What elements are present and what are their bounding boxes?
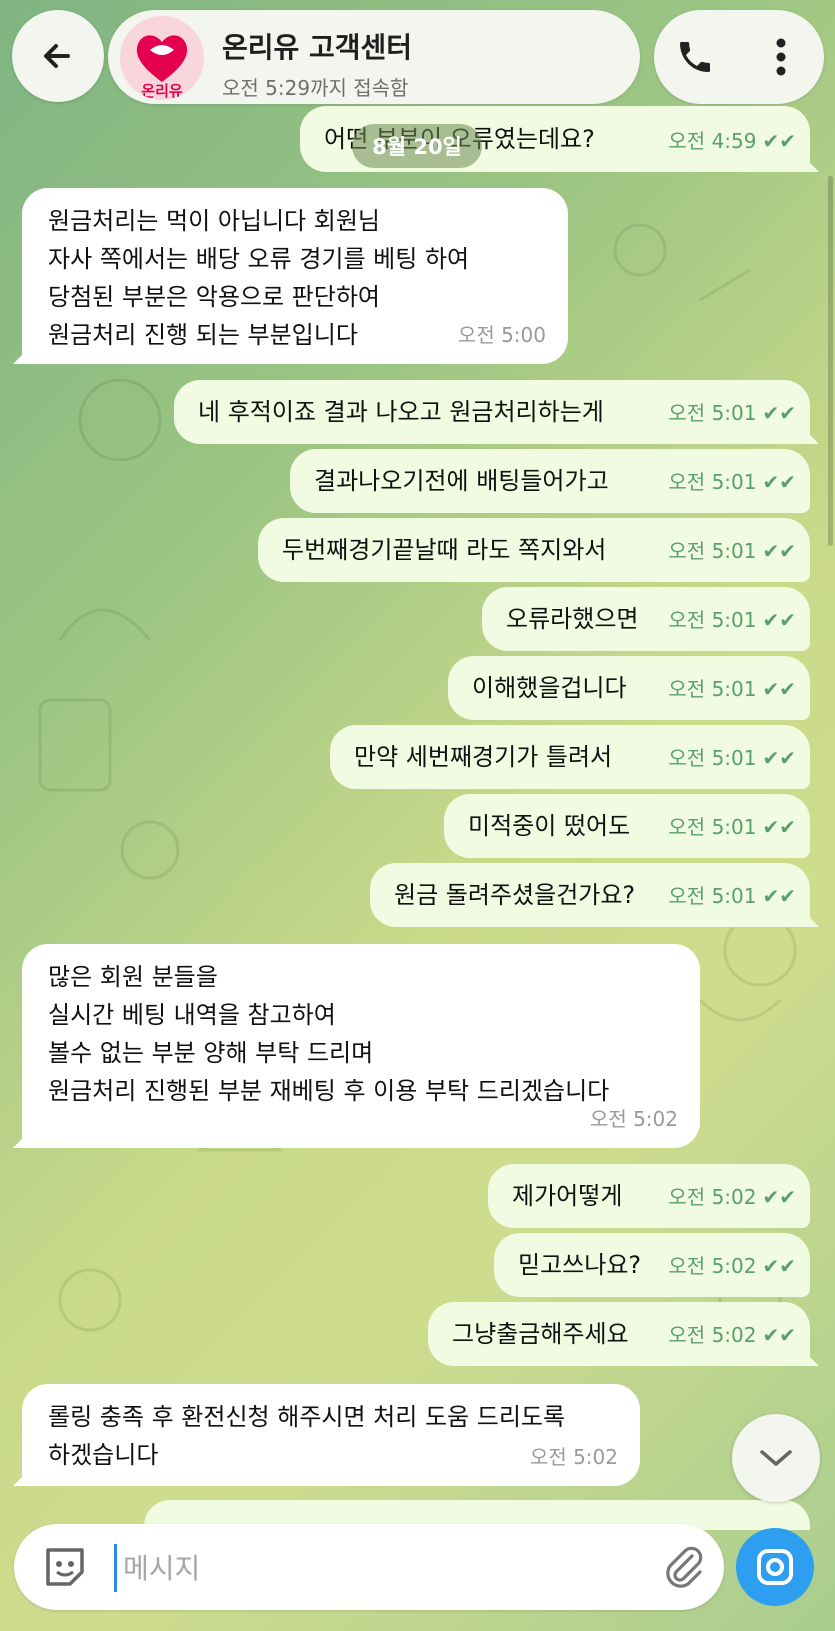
message-bubble-incoming[interactable]: 많은 회원 분들을 실시간 베팅 내역을 참고하여 볼수 없는 부분 양해 부탁… — [22, 944, 700, 1148]
message-text: 만약 세번째경기가 틀려서 — [354, 743, 613, 771]
double-check-icon: ✔✔ — [762, 1323, 796, 1347]
message-bubble-incoming[interactable]: 원금처리는 먹이 아닙니다 회원님 자사 쪽에서는 배당 오류 경기를 베팅 하… — [22, 188, 568, 364]
camera-button[interactable] — [736, 1528, 814, 1606]
message-time: 오전 5:01 — [668, 884, 757, 908]
brand-logo: 온리유 — [136, 35, 188, 100]
double-check-icon: ✔✔ — [762, 815, 796, 839]
message-bubble-outgoing[interactable]: 원금 돌려주셨을건가요? 오전 5:01 ✔✔ — [370, 863, 810, 927]
message-text: 오류라했으면 — [506, 605, 639, 633]
message-bubble-outgoing[interactable]: 두번째경기끝날때 라도 쪽지와서 오전 5:01 ✔✔ — [258, 518, 810, 582]
message-bubble-outgoing[interactable]: 이해했을겁니다 오전 5:01 ✔✔ — [448, 656, 810, 720]
message-bubble-outgoing[interactable]: 결과나오기전에 배팅들어가고 오전 5:01 ✔✔ — [290, 449, 810, 513]
header-actions — [654, 10, 824, 104]
message-bubble-outgoing[interactable]: 만약 세번째경기가 틀려서 오전 5:01 ✔✔ — [330, 725, 810, 789]
paperclip-icon — [666, 1546, 703, 1588]
double-check-icon: ✔✔ — [762, 401, 796, 425]
message-text: 원금 돌려주셨을건가요? — [394, 881, 636, 909]
message-bubble-outgoing[interactable]: 오류라했으면 오전 5:01 ✔✔ — [482, 587, 810, 651]
chevron-down-icon — [760, 1450, 792, 1466]
double-check-icon: ✔✔ — [762, 129, 796, 153]
message-text: 네 후적이죠 결과 나오고 원금처리하는게 — [198, 398, 604, 426]
message-time: 오전 5:01 — [668, 401, 757, 425]
message-bubble-incoming[interactable]: 롤링 충족 후 환전신청 해주시면 처리 도움 드리도록 하겠습니다 오전 5:… — [22, 1384, 640, 1486]
scrollbar[interactable] — [828, 176, 833, 546]
message-time: 오전 5:01 — [668, 677, 757, 701]
double-check-icon: ✔✔ — [762, 884, 796, 908]
message-time: 오전 5:01 — [668, 608, 757, 632]
message-bubble-outgoing[interactable]: 네 후적이죠 결과 나오고 원금처리하는게 오전 5:01 ✔✔ — [174, 380, 810, 444]
sticker-button[interactable] — [40, 1542, 90, 1592]
message-time: 오전 5:00 — [457, 323, 546, 347]
message-bubble-outgoing[interactable]: 믿고쓰나요? 오전 5:02 ✔✔ — [494, 1233, 810, 1297]
message-time: 오전 5:02 — [589, 1107, 678, 1131]
avatar: 온리유 — [120, 16, 204, 100]
message-text: 그냥출금해주세요 — [452, 1320, 629, 1348]
message-time: 오전 5:01 — [668, 539, 757, 563]
double-check-icon: ✔✔ — [762, 470, 796, 494]
scroll-to-bottom-button[interactable] — [732, 1414, 820, 1502]
message-text: 이해했을겁니다 — [472, 674, 627, 702]
avatar-text: 온리유 — [141, 82, 183, 100]
message-composer — [14, 1524, 724, 1610]
message-text: 미적중이 떴어도 — [468, 812, 631, 840]
chat-title: 온리유 고객센터 — [222, 31, 413, 64]
double-check-icon: ✔✔ — [762, 539, 796, 563]
double-check-icon: ✔✔ — [762, 608, 796, 632]
chat-header[interactable]: 온리유 온리유 고객센터 오전 5:29까지 접속함 — [108, 10, 640, 104]
message-time: 오전 5:02 — [668, 1185, 757, 1209]
message-time: 오전 5:02 — [668, 1254, 757, 1278]
message-text: 제가어떻게 — [512, 1182, 623, 1210]
message-text: 많은 회원 분들을 실시간 베팅 내역을 참고하여 볼수 없는 부분 양해 부탁… — [48, 963, 610, 1105]
message-bubble-outgoing[interactable]: 그냥출금해주세요 오전 5:02 ✔✔ — [428, 1302, 810, 1366]
double-check-icon: ✔✔ — [762, 746, 796, 770]
date-chip: 8월 20일 — [352, 124, 482, 168]
message-time: 오전 5:01 — [668, 746, 757, 770]
message-bubble-outgoing[interactable]: 미적중이 떴어도 오전 5:01 ✔✔ — [444, 794, 810, 858]
camera-icon — [757, 1549, 793, 1585]
message-text: 결과나오기전에 배팅들어가고 — [314, 467, 609, 495]
call-button[interactable] — [668, 30, 722, 84]
double-check-icon: ✔✔ — [762, 1185, 796, 1209]
sticker-icon — [46, 1548, 84, 1586]
message-input[interactable] — [114, 1544, 665, 1592]
message-time: 오전 5:01 — [668, 815, 757, 839]
message-time: 오전 5:02 — [529, 1445, 618, 1469]
more-options-button[interactable] — [754, 30, 808, 84]
message-bubble-outgoing[interactable]: 제가어떻게 오전 5:02 ✔✔ — [488, 1164, 810, 1228]
message-text: 두번째경기끝날때 라도 쪽지와서 — [282, 536, 607, 564]
double-check-icon: ✔✔ — [762, 677, 796, 701]
message-text: 믿고쓰나요? — [518, 1251, 642, 1279]
phone-icon — [680, 42, 710, 72]
attach-button[interactable] — [658, 1542, 708, 1592]
double-check-icon: ✔✔ — [762, 1254, 796, 1278]
message-time: 오전 5:01 — [668, 470, 757, 494]
back-button[interactable] — [12, 10, 104, 102]
last-seen-status: 오전 5:29까지 접속함 — [222, 76, 409, 100]
more-vertical-icon — [776, 38, 786, 76]
message-time: 오전 4:59 — [668, 129, 757, 153]
arrow-left-icon — [44, 44, 70, 68]
message-time: 오전 5:02 — [668, 1323, 757, 1347]
